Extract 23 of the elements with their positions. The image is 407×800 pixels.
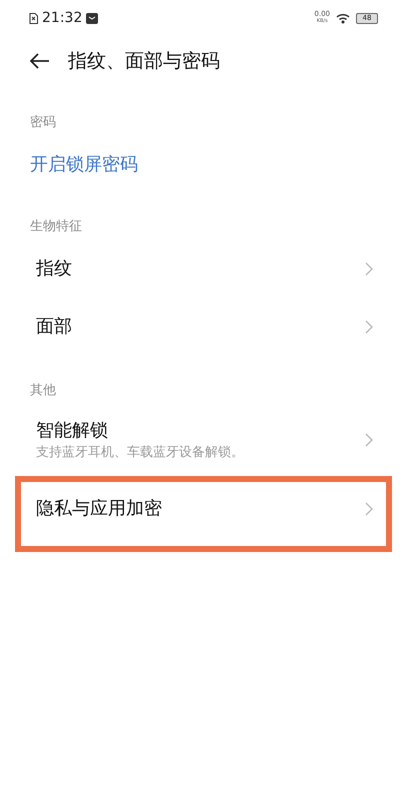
row-title: 指纹 bbox=[36, 257, 72, 281]
back-icon[interactable] bbox=[30, 53, 50, 69]
settings-row[interactable]: 指纹 bbox=[15, 240, 392, 298]
row-subtitle: 支持蓝牙耳机、车载蓝牙设备解锁。 bbox=[36, 444, 244, 462]
page-title: 指纹、面部与密码 bbox=[68, 48, 220, 74]
chevron-icon bbox=[365, 502, 373, 516]
chevron-icon bbox=[365, 433, 373, 447]
section-header: 生物特征 bbox=[30, 218, 82, 236]
section-header: 密码 bbox=[30, 114, 56, 132]
message-icon bbox=[86, 12, 98, 24]
row-title: 面部 bbox=[36, 315, 72, 339]
row-title: 智能解锁 bbox=[36, 419, 109, 443]
row-title: 隐私与应用加密 bbox=[36, 497, 162, 521]
settings-row[interactable]: 隐私与应用加密 bbox=[15, 476, 392, 552]
settings-row[interactable]: 面部 bbox=[15, 298, 392, 356]
wifi-icon bbox=[336, 12, 350, 24]
chevron-icon bbox=[365, 262, 373, 276]
clock-time: 21:32 bbox=[42, 8, 82, 28]
settings-row[interactable]: 智能解锁 支持蓝牙耳机、车载蓝牙设备解锁。 bbox=[15, 404, 392, 476]
section-header: 其他 bbox=[30, 382, 56, 400]
chevron-icon bbox=[365, 320, 373, 334]
lock-screen-password-link[interactable]: 开启锁屏密码 bbox=[30, 150, 138, 178]
sim-icon bbox=[29, 12, 38, 24]
